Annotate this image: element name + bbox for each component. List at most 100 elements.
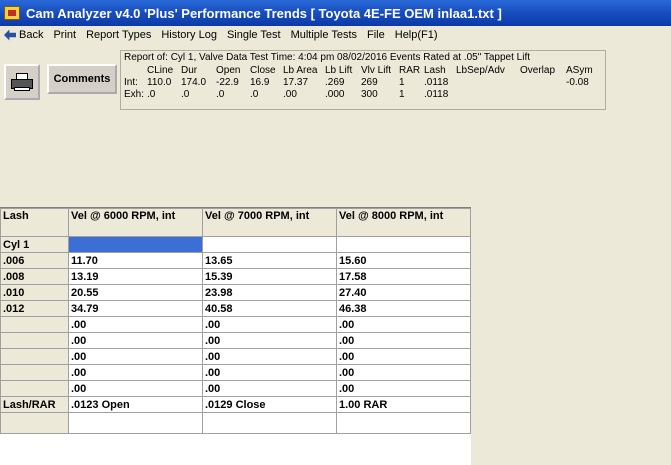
row-header-cell[interactable]: .010: [0, 284, 69, 301]
int-value: 110.0: [147, 77, 172, 88]
column-header[interactable]: Vel @ 6000 RPM, int: [68, 208, 203, 237]
table-cell[interactable]: 20.55: [68, 284, 203, 301]
exh-value: 300: [361, 89, 378, 100]
row-header-cell[interactable]: [0, 316, 69, 333]
column-header[interactable]: Vel @ 8000 RPM, int: [336, 208, 471, 237]
menu-bar: Back Print Report Types History Log Sing…: [0, 26, 671, 44]
table-header-row: Lash Vel @ 6000 RPM, int Vel @ 7000 RPM,…: [0, 208, 471, 237]
row-header-cell[interactable]: Lash/RAR: [0, 396, 69, 413]
table-cell[interactable]: .00: [202, 316, 337, 333]
menu-file[interactable]: File: [367, 29, 385, 41]
table-cell[interactable]: .0123 Open: [68, 396, 203, 413]
table-cell[interactable]: 46.38: [336, 300, 471, 317]
row-header-cell[interactable]: .008: [0, 268, 69, 285]
table-cell[interactable]: .0129 Close: [202, 396, 337, 413]
table-cell[interactable]: [336, 412, 471, 434]
exh-value: .0118: [424, 89, 449, 100]
table-cell[interactable]: [202, 412, 337, 434]
table-row: .00.00.00: [0, 380, 471, 397]
row-header-cell[interactable]: [0, 332, 69, 349]
report-header: RAR: [399, 65, 421, 76]
app-icon: [4, 6, 20, 20]
table-cell[interactable]: 27.40: [336, 284, 471, 301]
menu-multiple-tests[interactable]: Multiple Tests: [291, 29, 357, 41]
int-value: -22.9: [216, 77, 239, 88]
int-value: 174.0: [181, 77, 207, 88]
printer-icon: [11, 73, 33, 91]
menu-print[interactable]: Print: [53, 29, 76, 41]
table-cell[interactable]: .00: [202, 380, 337, 397]
report-summary: Report of: Cyl 1, Valve Data Test Time: …: [120, 50, 606, 110]
table-cell[interactable]: [336, 236, 471, 253]
report-header: Close: [250, 65, 276, 76]
table-cell[interactable]: [68, 236, 203, 253]
table-cell[interactable]: .00: [336, 380, 471, 397]
report-header: Open: [216, 65, 241, 76]
table-row: .010 20.55 23.98 27.40: [0, 284, 471, 301]
report-header: Overlap: [520, 65, 556, 76]
table-row: .00.00.00: [0, 348, 471, 365]
menu-single-test[interactable]: Single Test: [227, 29, 281, 41]
table-row: .006 11.70 13.65 15.60: [0, 252, 471, 269]
menu-help[interactable]: Help(F1): [395, 29, 438, 41]
results-table: Lash Vel @ 6000 RPM, int Vel @ 7000 RPM,…: [0, 208, 471, 434]
report-header: Dur: [181, 65, 198, 76]
int-value: 17.37: [283, 77, 309, 88]
table-cell[interactable]: .00: [68, 380, 203, 397]
table-cell[interactable]: 17.58: [336, 268, 471, 285]
row-header-cell[interactable]: [0, 412, 69, 434]
column-header[interactable]: Lash: [0, 208, 69, 237]
menu-report-types[interactable]: Report Types: [86, 29, 151, 41]
report-header: Vlv Lift: [361, 65, 392, 76]
table-cell[interactable]: .00: [202, 332, 337, 349]
comments-button[interactable]: Comments: [47, 64, 117, 94]
table-cell[interactable]: .00: [68, 332, 203, 349]
table-row: [0, 412, 471, 434]
table-cell[interactable]: .00: [202, 348, 337, 365]
table-row: .008 13.19 15.39 17.58: [0, 268, 471, 285]
table-cell[interactable]: .00: [202, 364, 337, 381]
row-header-cell[interactable]: .012: [0, 300, 69, 317]
report-header: Lb Lift: [325, 65, 353, 76]
int-value: .269: [325, 77, 345, 88]
table-cell[interactable]: [202, 236, 337, 253]
table-cell[interactable]: .00: [336, 332, 471, 349]
table-row: .00.00.00: [0, 364, 471, 381]
data-grid: Lash Vel @ 6000 RPM, int Vel @ 7000 RPM,…: [0, 207, 471, 465]
column-header[interactable]: Vel @ 7000 RPM, int: [202, 208, 337, 237]
table-cell[interactable]: .00: [336, 316, 471, 333]
table-cell[interactable]: 13.19: [68, 268, 203, 285]
row-header-cell[interactable]: [0, 364, 69, 381]
menu-history-log[interactable]: History Log: [161, 29, 217, 41]
exh-value: .000: [325, 89, 345, 100]
int-label: Int:: [124, 77, 138, 88]
table-cell[interactable]: 1.00 RAR: [336, 396, 471, 413]
table-row: Cyl 1: [0, 236, 471, 253]
table-cell[interactable]: .00: [68, 348, 203, 365]
row-header-cell[interactable]: Cyl 1: [0, 236, 69, 253]
row-header-cell[interactable]: .006: [0, 252, 69, 269]
toolbar-area: Comments Report of: Cyl 1, Valve Data Te…: [0, 44, 671, 208]
table-cell[interactable]: [68, 412, 203, 434]
exh-value: .0: [216, 89, 225, 100]
table-cell[interactable]: 15.60: [336, 252, 471, 269]
table-cell[interactable]: 23.98: [202, 284, 337, 301]
exh-value: .00: [283, 89, 297, 100]
table-cell[interactable]: 13.65: [202, 252, 337, 269]
menu-back[interactable]: Back: [4, 29, 43, 41]
exh-value: .0: [147, 89, 156, 100]
row-header-cell[interactable]: [0, 348, 69, 365]
int-value: 1: [399, 77, 405, 88]
row-header-cell[interactable]: [0, 380, 69, 397]
table-cell[interactable]: .00: [68, 364, 203, 381]
table-row: .00.00.00: [0, 332, 471, 349]
table-cell[interactable]: 15.39: [202, 268, 337, 285]
print-button[interactable]: [4, 64, 40, 100]
table-cell[interactable]: .00: [68, 316, 203, 333]
table-cell[interactable]: 34.79: [68, 300, 203, 317]
table-cell[interactable]: .00: [336, 348, 471, 365]
int-value: -0.08: [566, 77, 589, 88]
table-cell[interactable]: 40.58: [202, 300, 337, 317]
table-cell[interactable]: 11.70: [68, 252, 203, 269]
table-cell[interactable]: .00: [336, 364, 471, 381]
